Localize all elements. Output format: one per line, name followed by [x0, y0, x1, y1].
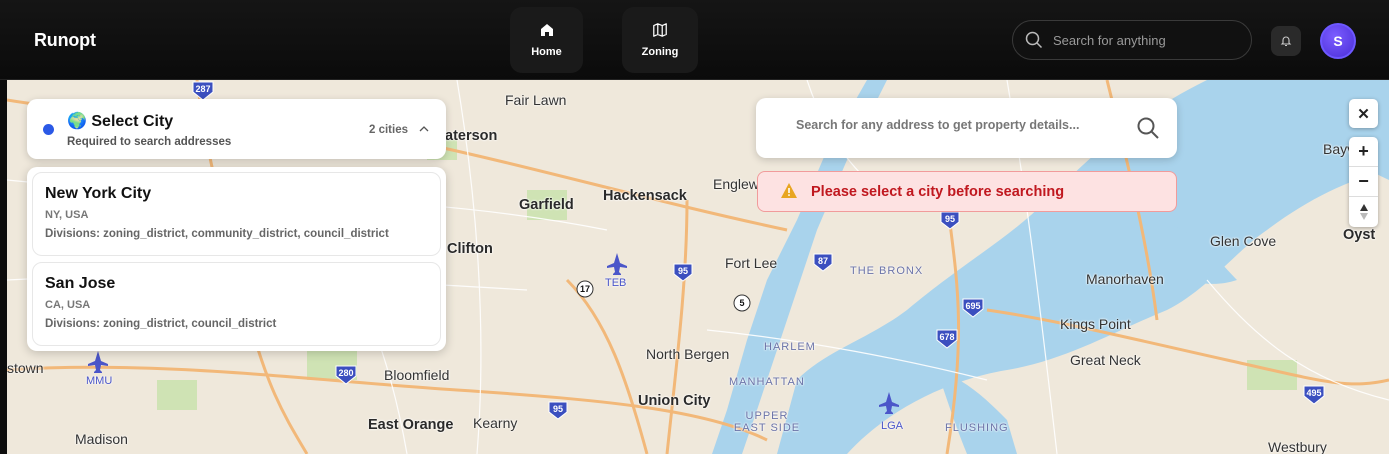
map-label-paterson: aterson — [445, 128, 498, 144]
global-search-box[interactable] — [1012, 20, 1252, 60]
map-label-hackensack: Hackensack — [603, 188, 687, 204]
map-label-englewood: Englew — [713, 176, 759, 192]
map-label-bloomfield: Bloomfield — [384, 367, 450, 383]
notifications-button[interactable] — [1271, 26, 1301, 56]
city-selector-title: 🌍 Select City — [67, 113, 174, 130]
close-button[interactable]: ✕ — [1349, 99, 1378, 128]
svg-text:17: 17 — [580, 284, 590, 294]
map-label-harlem: HARLEM — [764, 341, 816, 353]
home-icon — [540, 24, 553, 36]
map-label-glen-cove: Glen Cove — [1210, 233, 1277, 249]
map-zoom-controls: + − — [1349, 137, 1378, 227]
nav-zoning-button[interactable]: Zoning — [622, 7, 698, 73]
zoom-out-button[interactable]: − — [1349, 167, 1378, 197]
zoom-in-button[interactable]: + — [1349, 137, 1378, 167]
map-label-kings-point: Kings Point — [1060, 316, 1131, 332]
map-label-east-orange: East Orange — [368, 417, 454, 433]
map-label-upper-east-side: UPPER EAST SIDE — [733, 410, 801, 434]
city-dropdown-list: New York City NY, USA Divisions: zoning_… — [27, 167, 446, 351]
svg-text:87: 87 — [818, 256, 828, 266]
brand-logo[interactable]: Runopt — [34, 30, 96, 51]
warning-icon — [781, 183, 797, 198]
map-label-north-bergen: North Bergen — [646, 346, 730, 362]
user-avatar[interactable]: S — [1320, 23, 1356, 59]
compass-button[interactable] — [1349, 197, 1378, 227]
bell-icon — [1280, 36, 1292, 47]
svg-text:95: 95 — [678, 266, 688, 276]
map-label-garfield: Garfield — [519, 197, 574, 213]
map-label-fort-lee: Fort Lee — [725, 255, 778, 271]
svg-text:280: 280 — [338, 368, 353, 378]
top-navigation-bar: Runopt Home Zoning S — [0, 0, 1389, 80]
city-count: 2 cities — [369, 124, 408, 136]
address-search-input[interactable] — [796, 118, 1116, 132]
map-icon — [653, 23, 667, 37]
city-name: New York City — [45, 185, 152, 202]
map-label-clifton: Clifton — [447, 241, 493, 257]
city-state: NY, USA — [45, 209, 89, 221]
nav-home-label: Home — [531, 46, 562, 58]
city-divisions: Divisions: zoning_district, council_dist… — [45, 318, 277, 330]
svg-text:95: 95 — [553, 404, 563, 414]
city-option-san-jose[interactable]: San Jose CA, USA Divisions: zoning_distr… — [32, 262, 441, 346]
map-label-lga: LGA — [881, 420, 904, 432]
map-label-westbury: Westbury — [1268, 439, 1327, 454]
nav-zoning-label: Zoning — [641, 46, 679, 58]
map-label-oyst: Oyst — [1343, 227, 1376, 243]
map-label-kearny: Kearny — [473, 415, 518, 431]
map-label-madison: Madison — [75, 431, 128, 447]
map-label-flushing: FLUSHING — [945, 422, 1009, 434]
city-selector-subtitle: Required to search addresses — [67, 136, 232, 148]
city-selector-toggle[interactable]: 🌍 Select City Required to search address… — [27, 99, 446, 159]
status-dot — [43, 124, 54, 135]
map-label-union-city: Union City — [638, 393, 711, 409]
alert-message: Please select a city before searching — [811, 184, 1065, 200]
compass-icon — [1359, 204, 1368, 220]
map-label-manhattan: MANHATTAN — [729, 376, 805, 388]
svg-text:287: 287 — [195, 84, 210, 94]
city-name: San Jose — [45, 275, 116, 292]
city-option-new-york[interactable]: New York City NY, USA Divisions: zoning_… — [32, 172, 441, 256]
search-icon — [1025, 31, 1043, 49]
map-label-great-neck: Great Neck — [1070, 352, 1141, 368]
map-label-mmu: MMU — [86, 375, 113, 387]
map-label-the-bronx: THE BRONX — [850, 265, 924, 277]
svg-text:95: 95 — [945, 214, 955, 224]
map-label-fair-lawn: Fair Lawn — [505, 92, 567, 108]
svg-text:5: 5 — [739, 298, 744, 308]
nav-home-button[interactable]: Home — [510, 7, 583, 73]
city-state: CA, USA — [45, 299, 91, 311]
city-divisions: Divisions: zoning_district, community_di… — [45, 228, 389, 240]
svg-text:495: 495 — [1306, 388, 1321, 398]
address-search-box[interactable] — [756, 98, 1177, 158]
search-icon[interactable] — [1136, 116, 1160, 140]
map-label-town: stown — [7, 360, 44, 376]
svg-text:678: 678 — [939, 332, 954, 342]
city-required-alert: Please select a city before searching — [757, 171, 1177, 212]
map-label-teb: TEB — [605, 277, 627, 289]
svg-text:695: 695 — [965, 301, 980, 311]
map-label-manorhaven: Manorhaven — [1086, 271, 1164, 287]
global-search-input[interactable] — [1053, 32, 1233, 48]
chevron-up-icon — [419, 126, 429, 132]
